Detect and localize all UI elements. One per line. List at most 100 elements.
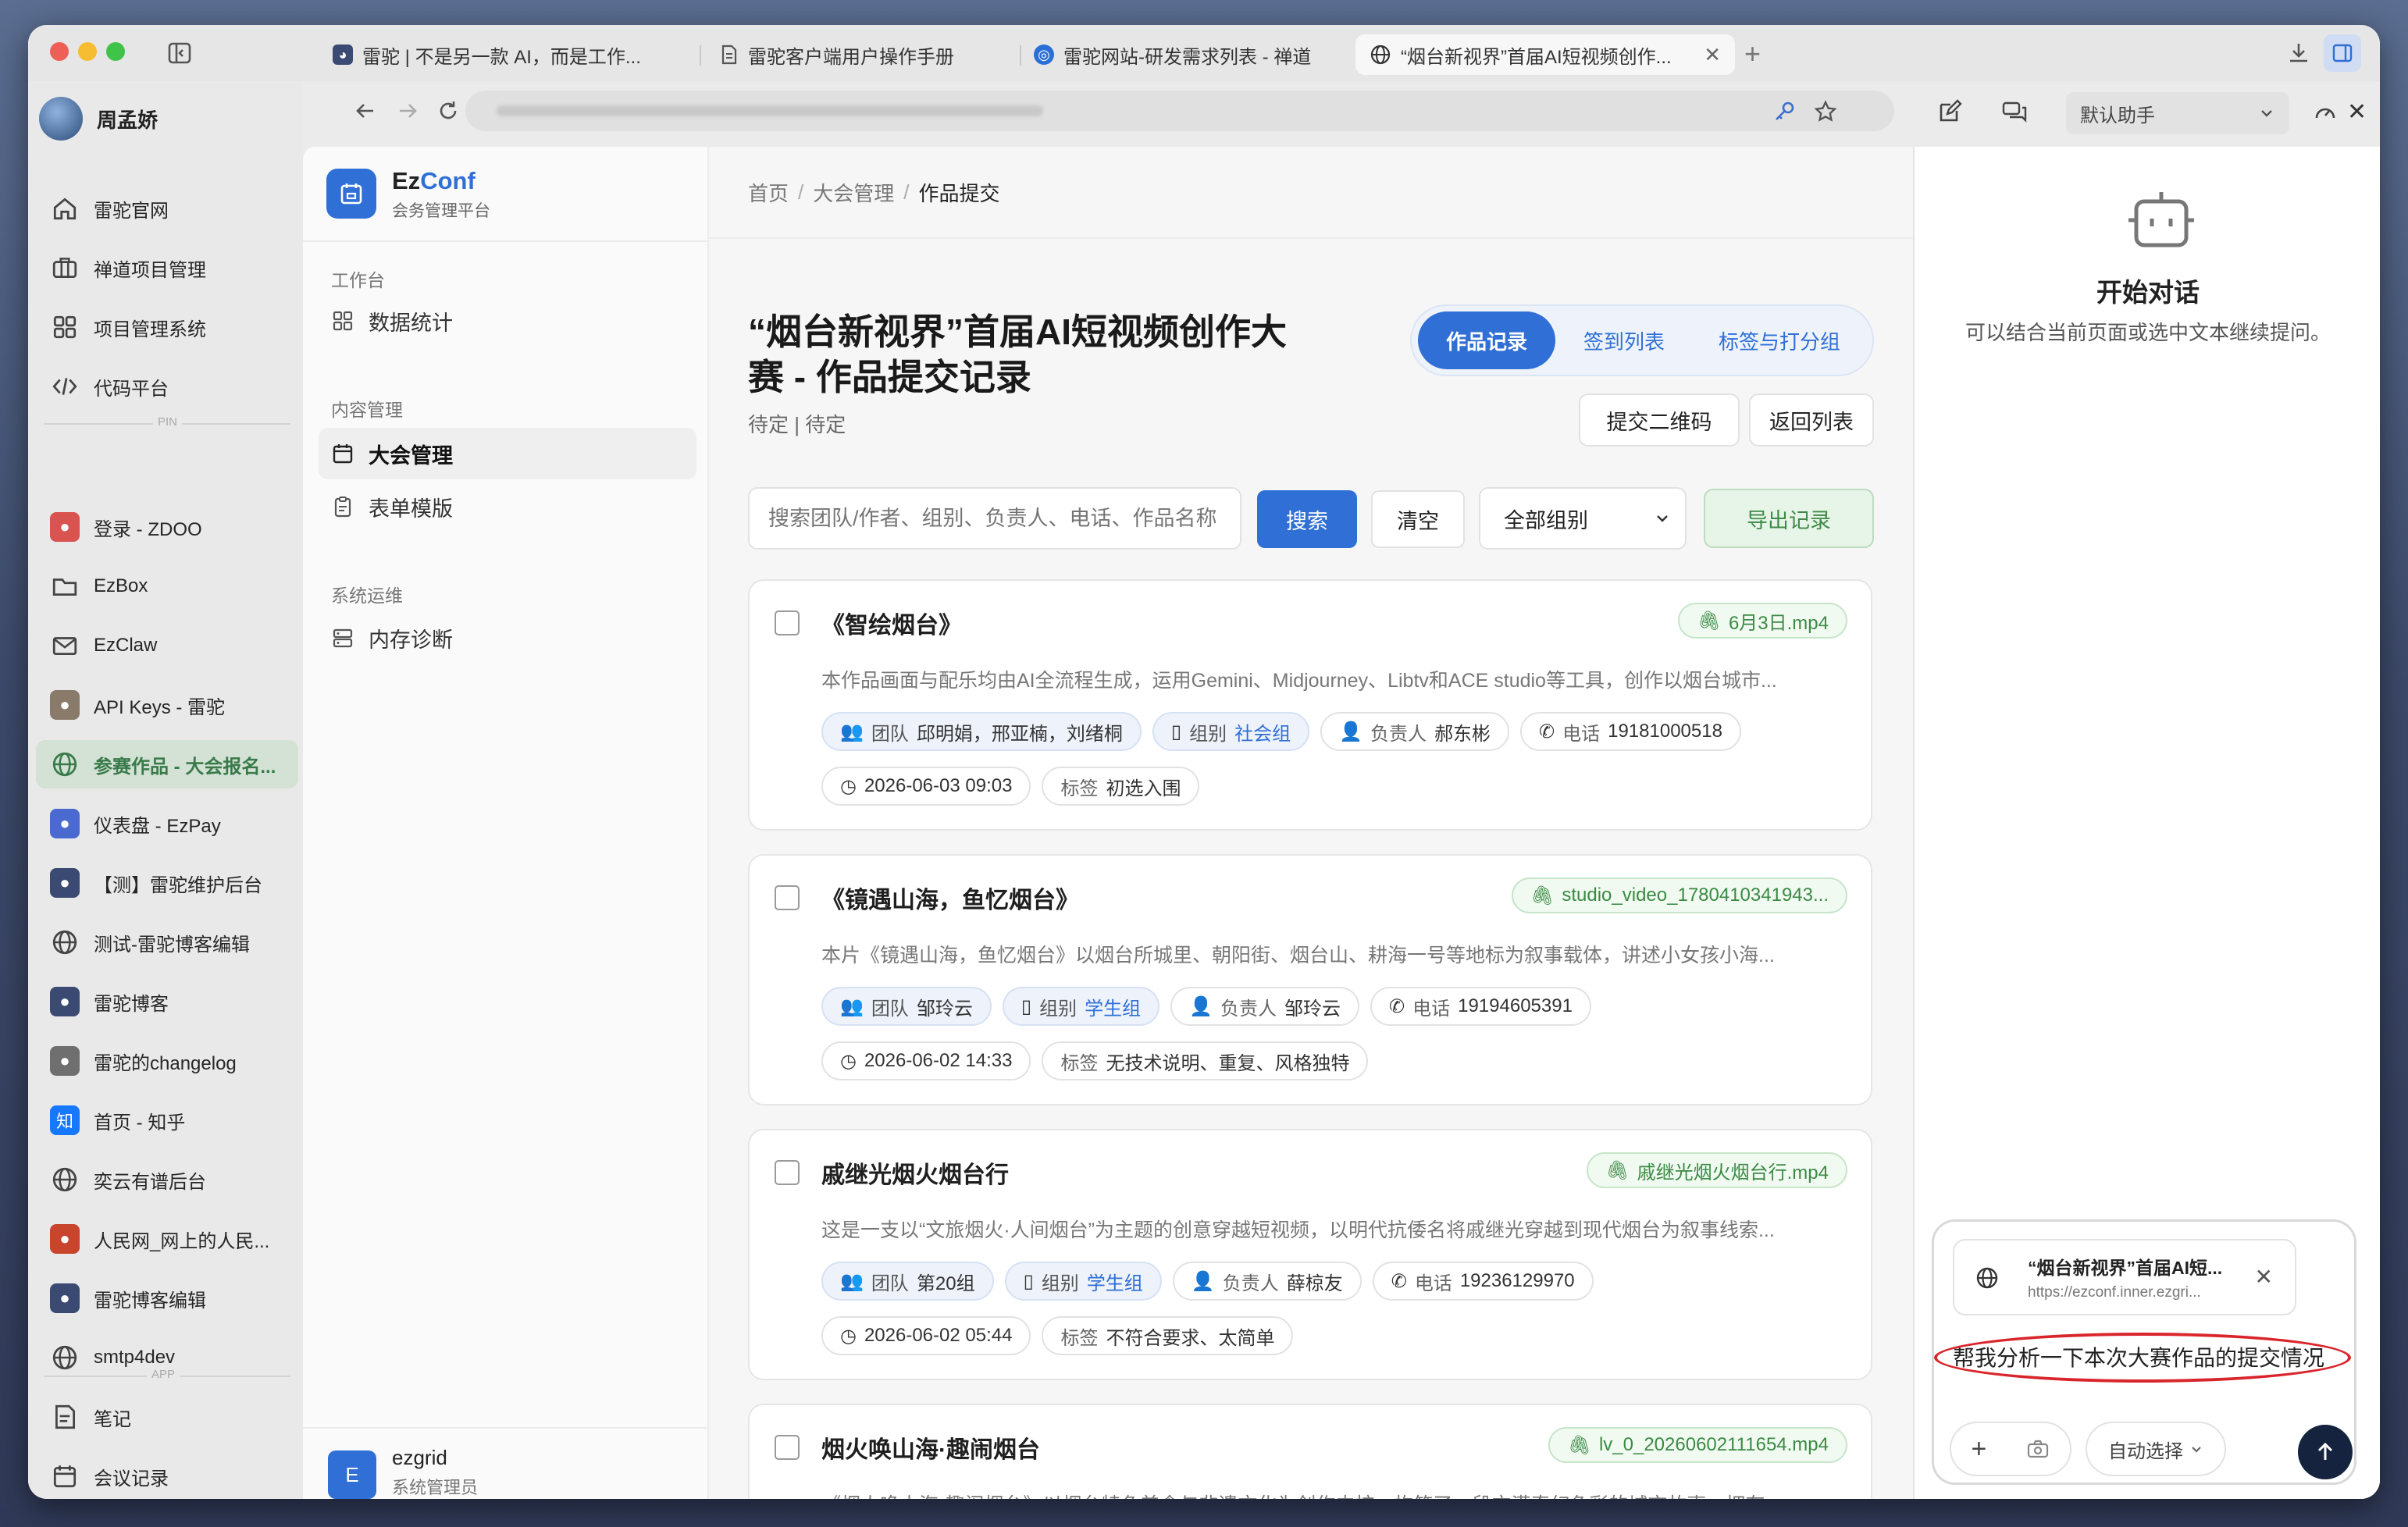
browser-tab-3[interactable]: ◎ 雷驼网站-研发需求列表 - 禅道 bbox=[1020, 34, 1348, 75]
sidebar-item-label: 代码平台 bbox=[94, 378, 169, 400]
record-file-link[interactable]: 🖇 6月3日.mp4 bbox=[1678, 603, 1847, 639]
new-chat-icon[interactable] bbox=[1936, 98, 1963, 125]
search-input[interactable] bbox=[748, 487, 1241, 550]
sidebar-pinned-item[interactable]: ● 雷驼博客编辑 bbox=[36, 1274, 298, 1322]
record-card: 戚继光烟火烟台行 🖇 戚继光烟火烟台行.mp4 这是一支以“文旅烟火·人间烟台”为… bbox=[748, 1129, 1872, 1380]
nav-item-memory[interactable]: 内存诊断 bbox=[319, 612, 696, 664]
record-title: 《智绘烟台》 bbox=[821, 613, 962, 639]
sidebar-item-zentao[interactable]: 禅道项目管理 bbox=[36, 244, 298, 292]
sidebar-item-meeting-notes[interactable]: 会议记录 bbox=[36, 1452, 298, 1499]
browser-tab-4-active[interactable]: “烟台新视界”首届AI短视频创作... ✕ bbox=[1355, 34, 1735, 75]
assistant-panel-toggle-icon[interactable] bbox=[2324, 34, 2361, 72]
globe-icon bbox=[50, 749, 80, 779]
record-file-link[interactable]: 🖇 lv_0_20260602111654.mp4 bbox=[1548, 1427, 1847, 1463]
team-chip: 👥 团队 邱明娟，邢亚楠，刘绪桐 bbox=[821, 712, 1142, 751]
sidebar-item-label: 登录 - ZDOO bbox=[94, 518, 202, 540]
maximize-window-button[interactable] bbox=[106, 42, 125, 61]
tab-checkin[interactable]: 签到列表 bbox=[1555, 311, 1693, 369]
assistant-panel: 开始对话 可以结合当前页面或选中文本继续提问。 “烟台新视界”首届AI短... … bbox=[1913, 147, 2380, 1499]
code-icon bbox=[50, 372, 80, 401]
sidebar-pinned-item[interactable]: EzClaw bbox=[36, 621, 298, 670]
record-file-link[interactable]: 🖇 戚继光烟火烟台行.mp4 bbox=[1587, 1152, 1847, 1188]
sidebar-pinned-item[interactable]: ● 人民网_网上的人民... bbox=[36, 1215, 298, 1263]
sidebar-pinned-item[interactable]: 奕云有谱后台 bbox=[36, 1155, 298, 1204]
record-checkbox[interactable] bbox=[775, 885, 800, 910]
download-icon[interactable] bbox=[2285, 39, 2313, 67]
breadcrumb-conference[interactable]: 大会管理 bbox=[813, 178, 894, 207]
tab-title: 雷驼 | 不是另一款 AI，而是工作... bbox=[362, 46, 641, 68]
sidebar-pinned-item[interactable]: EzBox bbox=[36, 562, 298, 610]
nav-item-stats[interactable]: 数据统计 bbox=[319, 295, 696, 347]
record-checkbox[interactable] bbox=[775, 1435, 800, 1460]
back-icon[interactable] bbox=[353, 98, 378, 123]
export-button[interactable]: 导出记录 bbox=[1704, 489, 1874, 548]
camera-icon[interactable] bbox=[2026, 1439, 2050, 1459]
sidebar-item-label: 测试-雷驼博客编辑 bbox=[94, 934, 250, 956]
browser-tab-1[interactable]: ◕ 雷驼 | 不是另一款 AI，而是工作... bbox=[319, 34, 686, 75]
address-bar[interactable] bbox=[465, 91, 1894, 131]
sidebar-toggle-icon[interactable] bbox=[166, 39, 194, 67]
star-icon[interactable] bbox=[1813, 99, 1838, 124]
record-file-link[interactable]: 🖇 studio_video_1780410341943... bbox=[1511, 877, 1847, 913]
sidebar-pinned-item[interactable]: 参赛作品 - 大会报名... bbox=[36, 740, 298, 788]
browser-tab-2[interactable]: 雷驼客户端用户操作手册 bbox=[706, 34, 1018, 75]
tab-records[interactable]: 作品记录 bbox=[1418, 311, 1555, 369]
send-button[interactable] bbox=[2298, 1425, 2353, 1479]
new-tab-button[interactable]: + bbox=[1744, 37, 1761, 70]
back-to-list-button[interactable]: 返回列表 bbox=[1749, 393, 1874, 447]
chat-history-icon[interactable] bbox=[2000, 98, 2029, 125]
brand-name: EzConf bbox=[392, 167, 476, 194]
globe-icon bbox=[50, 1343, 80, 1372]
clear-button[interactable]: 清空 bbox=[1371, 490, 1465, 548]
forward-icon[interactable] bbox=[395, 98, 420, 123]
globe-icon bbox=[50, 927, 80, 957]
user-avatar[interactable]: E bbox=[328, 1450, 376, 1499]
key-icon[interactable] bbox=[1772, 100, 1796, 123]
team-chip: 👥 团队 第20组 bbox=[821, 1262, 994, 1301]
sidebar-item-label: 仪表盘 - EzPay bbox=[94, 815, 221, 837]
sidebar-pinned-item[interactable]: ● API Keys - 雷驼 bbox=[36, 681, 298, 729]
sidebar-pinned-item[interactable]: ● 雷驼的changelog bbox=[36, 1037, 298, 1085]
sidebar-pinned-item[interactable]: ● 雷驼博客 bbox=[36, 977, 298, 1026]
context-card[interactable]: “烟台新视界”首届AI短... https://ezconf.inner.ezg… bbox=[1953, 1239, 2296, 1315]
close-assistant-icon[interactable]: ✕ bbox=[2347, 98, 2367, 126]
nav-item-label: 表单模版 bbox=[369, 497, 453, 521]
group-select[interactable]: 全部组别 bbox=[1479, 487, 1687, 550]
qrcode-button[interactable]: 提交二维码 bbox=[1579, 393, 1740, 447]
time-chip: ◷ 2026-06-02 05:44 bbox=[821, 1316, 1031, 1355]
close-tab-icon[interactable]: ✕ bbox=[1704, 43, 1721, 67]
minimize-window-button[interactable] bbox=[78, 42, 97, 61]
assistant-select[interactable]: 默认助手 bbox=[2066, 92, 2289, 134]
book-icon: ▯ bbox=[1170, 721, 1182, 742]
sidebar-pinned-item[interactable]: 测试-雷驼博客编辑 bbox=[36, 918, 298, 966]
close-window-button[interactable] bbox=[50, 42, 69, 61]
plus-icon[interactable]: + bbox=[1972, 1434, 1987, 1465]
profile[interactable]: 周孟娇 bbox=[39, 97, 158, 141]
search-button[interactable]: 搜索 bbox=[1257, 490, 1357, 548]
tab-tags-scoring[interactable]: 标签与打分组 bbox=[1693, 311, 1866, 369]
gauge-icon[interactable] bbox=[2313, 100, 2338, 125]
grid-icon bbox=[50, 312, 80, 342]
record-checkbox[interactable] bbox=[775, 1160, 800, 1185]
breadcrumb-home[interactable]: 首页 bbox=[748, 178, 789, 207]
sidebar-item-code[interactable]: 代码平台 bbox=[36, 362, 298, 411]
phone-chip: ✆ 电话 19236129970 bbox=[1372, 1262, 1594, 1301]
clipboard-icon bbox=[331, 495, 354, 518]
nav-item-forms[interactable]: 表单模版 bbox=[319, 481, 696, 532]
nav-section-workspace: 工作台 bbox=[331, 270, 385, 290]
book-icon: ▯ bbox=[1023, 1270, 1034, 1292]
sidebar-pinned-item[interactable]: ● 仪表盘 - EzPay bbox=[36, 799, 298, 848]
reload-icon[interactable] bbox=[436, 98, 461, 123]
home-icon bbox=[50, 194, 80, 223]
sidebar-item-pm[interactable]: 项目管理系统 bbox=[36, 303, 298, 351]
record-checkbox[interactable] bbox=[775, 610, 800, 635]
sidebar-pinned-item[interactable]: ● 登录 - ZDOO bbox=[36, 503, 298, 551]
sidebar-pinned-item[interactable]: ● 【测】雷驼维护后台 bbox=[36, 859, 298, 907]
sidebar-pinned-item[interactable]: 知首页 - 知乎 bbox=[36, 1096, 298, 1144]
nav-item-conference[interactable]: 大会管理 bbox=[319, 428, 696, 479]
sidebar-item-label: 首页 - 知乎 bbox=[94, 1112, 186, 1134]
sidebar-item-notes[interactable]: 笔记 bbox=[36, 1393, 298, 1441]
remove-context-icon[interactable]: ✕ bbox=[2255, 1264, 2273, 1290]
sidebar-item-leituo-home[interactable]: 雷驼官网 bbox=[36, 184, 298, 233]
mode-select[interactable]: 自动选择 bbox=[2086, 1422, 2226, 1476]
